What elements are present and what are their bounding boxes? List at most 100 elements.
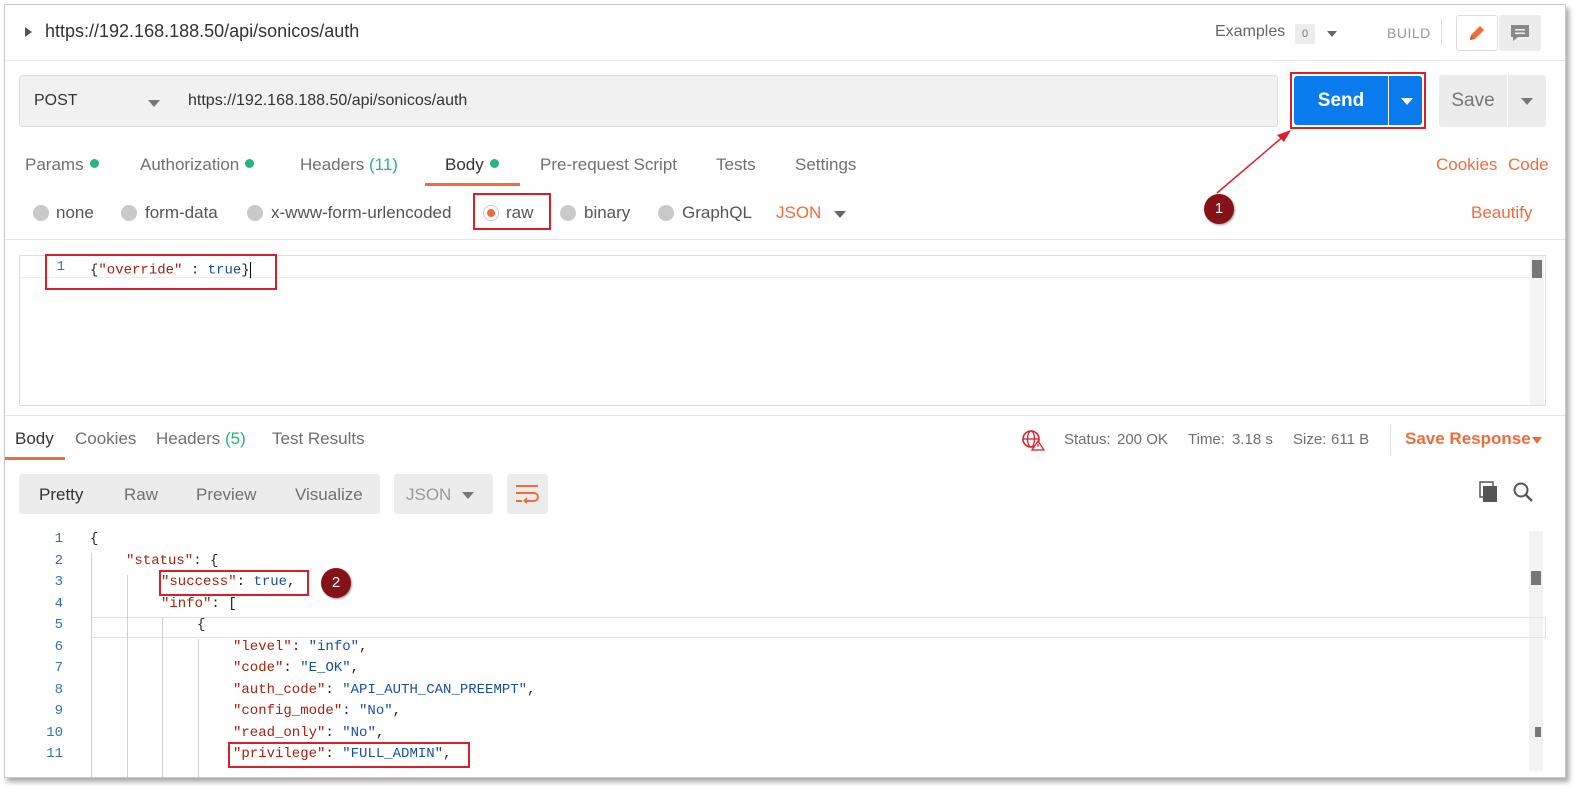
code-token: "config_mode" <box>233 703 343 719</box>
line-number: 1 <box>54 531 63 547</box>
chevron-down-icon[interactable] <box>1532 437 1542 444</box>
response-tab-headers-label: Headers <box>156 429 221 448</box>
line-number: 2 <box>54 553 63 569</box>
editor-scrollbar[interactable] <box>1530 256 1544 405</box>
response-format-select[interactable]: JSON <box>394 474 493 514</box>
line-number: 1 <box>56 259 65 275</box>
view-raw[interactable]: Raw <box>124 485 158 505</box>
code-token: : <box>291 639 309 655</box>
code-line: { <box>197 617 206 633</box>
search-icon[interactable] <box>1512 481 1534 503</box>
line-number: 9 <box>54 703 63 719</box>
code-token: "read_only" <box>233 725 326 741</box>
wrap-icon <box>516 485 539 504</box>
code-token: : <box>342 703 360 719</box>
annotation-box-privilege <box>228 742 470 768</box>
status-value[interactable]: 200 OK <box>1117 431 1168 448</box>
line-number: 10 <box>46 725 63 741</box>
save-response-button[interactable]: Save Response <box>1405 429 1531 449</box>
current-line-highlight <box>91 617 1546 638</box>
code-line: "level": "info", <box>233 639 367 655</box>
radio-urlencoded[interactable] <box>247 205 263 221</box>
code-token: , <box>527 682 536 698</box>
radio-graphql-label[interactable]: GraphQL <box>682 203 752 223</box>
radio-urlencoded-label[interactable]: x-www-form-urlencoded <box>271 203 451 223</box>
code-token: : <box>182 262 208 279</box>
active-tab-indicator <box>5 457 65 460</box>
copy-icon[interactable] <box>1477 481 1499 503</box>
code-token: "info" <box>161 596 212 612</box>
code-token: "level" <box>233 639 292 655</box>
line-number: 11 <box>46 746 63 762</box>
code-token: "API_AUTH_CAN_PREEMPT" <box>342 682 528 698</box>
code-token: "auth_code" <box>233 682 326 698</box>
code-token: : { <box>193 553 219 569</box>
line-number: 5 <box>54 617 63 633</box>
code-line: "auth_code": "API_AUTH_CAN_PREEMPT", <box>233 682 535 698</box>
response-tab-headers[interactable]: Headers (5) <box>156 429 246 449</box>
wrap-lines-button[interactable] <box>507 474 548 514</box>
annotation-badge-2: 2 <box>321 568 351 598</box>
divider <box>5 239 1565 240</box>
editor-scrollbar-thumb[interactable] <box>1532 260 1542 278</box>
beautify-link[interactable]: Beautify <box>1471 203 1532 223</box>
radio-graphql[interactable] <box>658 205 674 221</box>
annotation-box-success <box>159 570 309 596</box>
radio-none-label[interactable]: none <box>56 203 94 223</box>
response-tab-test-results[interactable]: Test Results <box>272 429 365 449</box>
indent-guide <box>91 553 92 777</box>
indent-guide <box>162 617 163 777</box>
code-line: "read_only": "No", <box>233 725 384 741</box>
line-number: 8 <box>54 682 63 698</box>
response-scrollbar-marker <box>1535 727 1541 737</box>
indent-guide <box>198 639 199 777</box>
code-line: { <box>90 531 99 547</box>
radio-raw[interactable] <box>483 205 499 221</box>
divider <box>1390 425 1391 455</box>
time-value[interactable]: 3.18 s <box>1232 431 1273 448</box>
status-label: Status: <box>1064 431 1111 448</box>
size-label: Size: <box>1293 431 1327 448</box>
code-token: "No" <box>342 725 376 741</box>
size-value[interactable]: 611 B <box>1331 431 1369 448</box>
radio-form-data-label[interactable]: form-data <box>145 203 218 223</box>
time-label: Time: <box>1188 431 1225 448</box>
response-tab-cookies[interactable]: Cookies <box>75 429 136 449</box>
response-view-mode: Pretty Raw Preview Visualize <box>19 474 380 514</box>
code-token: "info" <box>308 639 360 655</box>
annotation-badge-1: 1 <box>1204 194 1234 224</box>
code-line: "info": [ <box>161 596 237 612</box>
line-number: 6 <box>54 639 63 655</box>
raw-format-select[interactable]: JSON <box>776 203 821 223</box>
code-token: , <box>392 703 402 719</box>
line-number: 3 <box>54 574 63 590</box>
globe-warning-icon[interactable] <box>1021 429 1045 451</box>
chevron-down-icon[interactable] <box>834 211 846 218</box>
response-tab-body[interactable]: Body <box>15 429 54 449</box>
view-visualize[interactable]: Visualize <box>295 485 363 505</box>
code-token: , <box>359 639 368 655</box>
radio-binary[interactable] <box>560 205 576 221</box>
view-pretty[interactable]: Pretty <box>39 485 83 505</box>
radio-form-data[interactable] <box>121 205 137 221</box>
code-token: } <box>241 262 250 279</box>
radio-raw-label[interactable]: raw <box>506 203 533 223</box>
code-token: "code" <box>233 660 284 676</box>
chevron-down-icon <box>462 492 474 499</box>
code-token: "No" <box>359 703 393 719</box>
view-preview[interactable]: Preview <box>196 485 256 505</box>
request-body-code: {"override" : true} <box>90 262 251 279</box>
code-token: , <box>375 725 385 741</box>
radio-binary-label[interactable]: binary <box>584 203 630 223</box>
response-scrollbar-thumb[interactable] <box>1531 571 1541 585</box>
indent-guide <box>127 575 128 777</box>
headers-count: (5) <box>225 429 246 448</box>
line-number: 7 <box>54 660 63 676</box>
code-token: "status" <box>126 553 194 569</box>
radio-none[interactable] <box>33 205 49 221</box>
code-token: : <box>325 725 343 741</box>
divider <box>5 415 1565 416</box>
response-format-value: JSON <box>406 485 452 504</box>
code-line: "code": "E_OK", <box>233 660 359 676</box>
postman-window: https://192.168.188.50/api/sonicos/auth … <box>4 4 1566 778</box>
